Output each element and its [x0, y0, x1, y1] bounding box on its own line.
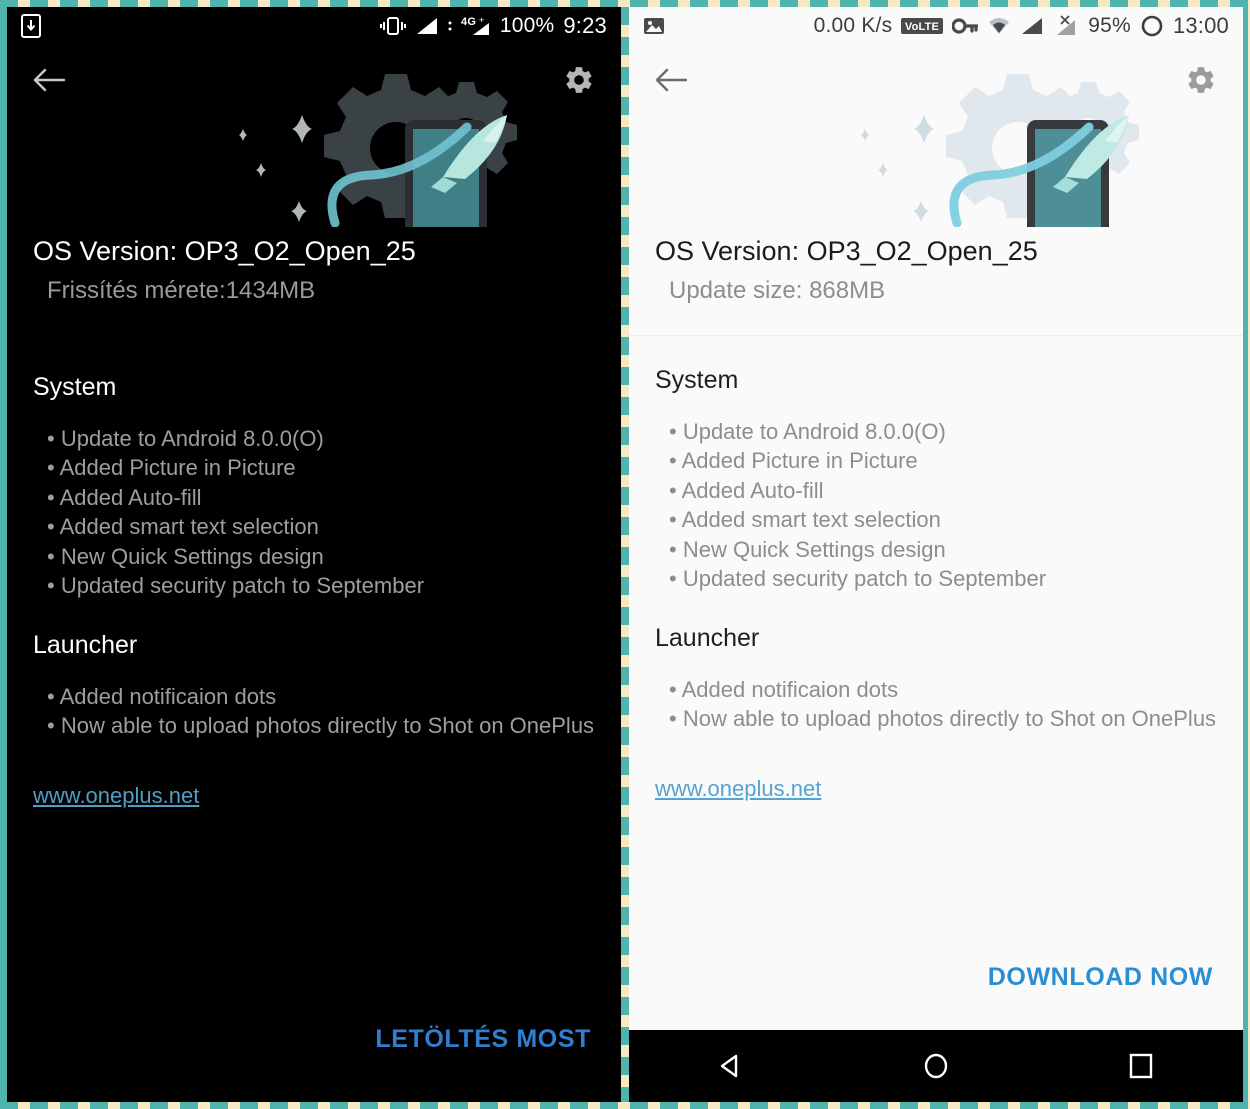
list-item: Added smart text selection — [47, 512, 595, 542]
image-icon — [643, 16, 665, 36]
list-item: Added smart text selection — [669, 505, 1217, 535]
section-title: Launcher — [655, 623, 760, 652]
list-item: Added Picture in Picture — [47, 453, 595, 483]
signal-separator-icon — [448, 16, 452, 36]
battery-circle-icon — [1140, 14, 1164, 38]
list-item: Now able to upload photos directly to Sh… — [669, 704, 1217, 734]
panel-dark-hungarian: 4G + 100% 9:23 OS Version: OP3_O2_Open_2… — [7, 7, 621, 1102]
section-system: System Update to Android 8.0.0(O) Added … — [33, 373, 595, 601]
svg-text:VoLTE: VoLTE — [905, 21, 939, 33]
list-item: Added notificaion dots — [669, 675, 1217, 705]
update-header-light: OS Version: OP3_O2_Open_25 Update size: … — [629, 227, 1243, 336]
list-item: Added notificaion dots — [47, 682, 595, 712]
app-bar-light — [629, 45, 1243, 115]
key-vpn-icon — [952, 17, 979, 35]
download-now-button[interactable]: DOWNLOAD NOW — [988, 963, 1213, 992]
back-arrow-icon[interactable] — [651, 60, 691, 100]
os-version-label: OS Version: OP3_O2_Open_25 — [655, 236, 1038, 266]
svg-text:+: + — [479, 15, 484, 25]
section-items: Added notificaion dots Now able to uploa… — [33, 682, 595, 741]
panel-divider — [621, 7, 629, 1102]
section-items: Update to Android 8.0.0(O) Added Picture… — [33, 424, 595, 601]
section-title: System — [655, 365, 739, 394]
clock-label: 9:23 — [563, 13, 607, 38]
volte-icon: VoLTE — [901, 16, 944, 36]
section-system: System Update to Android 8.0.0(O) Added … — [655, 366, 1217, 594]
update-size-label: Frissítés mérete:1434MB — [47, 276, 316, 304]
list-item: Updated security patch to September — [47, 571, 595, 601]
vibrate-icon — [379, 16, 406, 36]
status-bar-light: 0.00 K/s VoLTE 95% 13:00 — [629, 7, 1243, 45]
clock-label: 13:00 — [1172, 13, 1229, 38]
4g-plus-signal-icon: 4G + — [461, 15, 491, 37]
changelog-light: System Update to Android 8.0.0(O) Added … — [629, 336, 1243, 802]
status-bar-dark: 4G + 100% 9:23 — [7, 7, 621, 45]
section-items: Added notificaion dots Now able to uploa… — [655, 675, 1217, 734]
list-item: Updated security patch to September — [669, 564, 1217, 594]
section-title: Launcher — [33, 630, 138, 659]
back-arrow-icon[interactable] — [29, 60, 69, 100]
section-items: Update to Android 8.0.0(O) Added Picture… — [655, 417, 1217, 594]
changelog-dark: System Update to Android 8.0.0(O) Added … — [7, 343, 621, 809]
list-item: Added Picture in Picture — [669, 446, 1217, 476]
nav-recents-icon[interactable] — [1109, 1041, 1173, 1091]
android-navigation-bar — [629, 1030, 1243, 1102]
list-item: New Quick Settings design — [669, 535, 1217, 565]
list-item: Update to Android 8.0.0(O) — [669, 417, 1217, 447]
oneplus-website-link[interactable]: www.oneplus.net — [655, 776, 821, 802]
section-launcher: Launcher Added notificaion dots Now able… — [33, 631, 595, 741]
list-item: Added Auto-fill — [47, 483, 595, 513]
os-version-label: OS Version: OP3_O2_Open_25 — [33, 236, 416, 266]
nav-back-icon[interactable] — [699, 1041, 763, 1091]
gear-icon[interactable] — [1181, 60, 1221, 100]
battery-percent-label: 95% — [1088, 14, 1131, 37]
section-title: System — [33, 372, 117, 401]
update-header-dark: OS Version: OP3_O2_Open_25 Frissítés mér… — [7, 227, 621, 343]
list-item: New Quick Settings design — [47, 542, 595, 572]
no-sim-signal-icon — [1053, 15, 1079, 37]
section-launcher: Launcher Added notificaion dots Now able… — [655, 624, 1217, 734]
signal-bars-icon — [1020, 16, 1044, 36]
signal-bars-icon — [415, 16, 439, 36]
data-rate-label: 0.00 K/s — [813, 14, 893, 37]
screenshot-frame: 4G + 100% 9:23 OS Version: OP3_O2_Open_2… — [0, 0, 1250, 1109]
app-bar-dark — [7, 45, 621, 115]
gear-icon[interactable] — [559, 60, 599, 100]
list-item: Now able to upload photos directly to Sh… — [47, 711, 595, 741]
wifi-icon — [987, 16, 1011, 36]
update-size-label: Update size: 868MB — [669, 276, 886, 304]
panel-light-english: 0.00 K/s VoLTE 95% 13:00 OS Version: OP3… — [629, 7, 1243, 1102]
svg-text:4G: 4G — [461, 16, 476, 28]
battery-percent-label: 100% — [499, 14, 555, 37]
nav-home-icon[interactable] — [904, 1041, 968, 1091]
list-item: Added Auto-fill — [669, 476, 1217, 506]
download-now-button[interactable]: LETÖLTÉS MOST — [375, 1025, 591, 1054]
list-item: Update to Android 8.0.0(O) — [47, 424, 595, 454]
download-indicator-icon — [21, 14, 41, 38]
panel-comparison: 4G + 100% 9:23 OS Version: OP3_O2_Open_2… — [7, 7, 1243, 1102]
oneplus-website-link[interactable]: www.oneplus.net — [33, 783, 199, 809]
